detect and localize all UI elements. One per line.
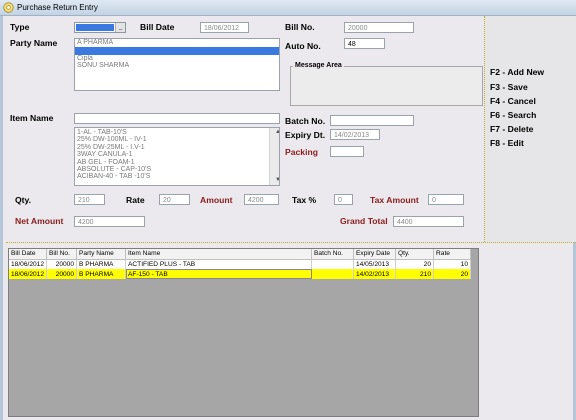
item-name-list-item[interactable]: ACIBAN-40 - TAB -10'S — [75, 173, 279, 180]
col-qty[interactable]: Qty. — [395, 249, 435, 260]
party-name-item[interactable]: SONU SHARMA — [75, 62, 279, 69]
chevron-down-icon: _ — [118, 24, 123, 30]
cell-qty: 210 — [395, 269, 435, 279]
cell-bill-no: 20000 — [46, 269, 78, 279]
item-name-list-item[interactable]: ABSOLUTE - CAP-10'S — [75, 166, 279, 173]
col-party-name[interactable]: Party Name — [76, 249, 127, 260]
shortcut-panel-divider — [6, 242, 576, 243]
cell-party-name: B PHARMA — [76, 259, 127, 269]
cell-rate: 10 — [433, 259, 472, 269]
auto-no-label: Auto No. — [285, 41, 321, 51]
party-name-input[interactable]: A PHARMA — [75, 39, 279, 47]
item-name-list[interactable]: 1-AL - TAB-10'S 25% DW-100ML - IV-1 25% … — [74, 127, 280, 186]
entries-table: Bill Date Bill No. Party Name Item Name … — [9, 249, 472, 279]
rate-field[interactable]: 20 — [159, 194, 190, 205]
batch-no-field[interactable] — [330, 115, 414, 126]
rate-label: Rate — [126, 195, 145, 205]
message-area-label: Message Area — [293, 62, 344, 69]
app-icon — [3, 2, 14, 13]
type-combo-selection — [76, 24, 114, 31]
entries-grid[interactable]: Bill Date Bill No. Party Name Item Name … — [8, 248, 479, 417]
tax-amount-label: Tax Amount — [370, 195, 419, 205]
cell-bill-no: 20000 — [46, 259, 78, 269]
type-label: Type — [10, 22, 30, 32]
item-list-scrollbar[interactable]: ▲ ▼ — [269, 128, 279, 185]
cell-item-name: AF-150 - TAB — [125, 269, 313, 279]
window-title: Purchase Return Entry — [17, 3, 98, 12]
cell-expiry-date: 14/05/2013 — [353, 259, 397, 269]
cell-batch-no — [311, 259, 355, 269]
item-name-list-item[interactable]: 25% DW-100ML - IV-1 — [75, 136, 279, 143]
item-name-list-item[interactable]: 3WAY CANULA-1 — [75, 151, 279, 158]
cell-expiry-date: 14/02/2013 — [353, 269, 397, 279]
bill-no-field[interactable]: 20000 — [344, 22, 414, 33]
item-name-list-item[interactable]: AB GEL - FOAM-1 — [75, 159, 279, 166]
shortcut-save[interactable]: F3 - Save — [490, 82, 528, 92]
shortcut-cancel[interactable]: F4 - Cancel — [490, 96, 536, 106]
table-row-selected[interactable]: 18/06/2012 20000 B PHARMA AF-150 - TAB 1… — [9, 269, 472, 279]
item-name-label: Item Name — [10, 113, 54, 123]
col-rate[interactable]: Rate — [433, 249, 472, 260]
tax-amount-field[interactable]: 0 — [428, 194, 464, 205]
title-bar: Purchase Return Entry — [0, 0, 576, 16]
item-name-list-item[interactable]: 25% DW-25ML - I.V-1 — [75, 144, 279, 151]
col-batch-no[interactable]: Batch No. — [311, 249, 355, 260]
shortcut-add-new[interactable]: F2 - Add New — [490, 67, 544, 77]
net-amount-label: Net Amount — [15, 216, 64, 226]
tax-pct-label: Tax % — [292, 195, 317, 205]
message-area — [290, 66, 483, 106]
amount-label: Amount — [200, 195, 233, 205]
col-bill-no[interactable]: Bill No. — [46, 249, 78, 260]
shortcut-search[interactable]: F6 - Search — [490, 110, 536, 120]
grand-total-label: Grand Total — [340, 216, 388, 226]
col-bill-date[interactable]: Bill Date — [9, 249, 48, 260]
cell-item-name: ACTIFIED PLUS - TAB — [125, 259, 313, 269]
bill-date-label: Bill Date — [140, 22, 175, 32]
bill-date-field[interactable]: 18/06/2012 — [200, 22, 249, 33]
item-name-input[interactable] — [74, 113, 280, 124]
party-name-item[interactable]: Cipla — [75, 55, 279, 62]
cell-rate: 20 — [433, 269, 472, 279]
expiry-dt-label: Expiry Dt. — [285, 130, 326, 140]
bill-no-label: Bill No. — [285, 22, 315, 32]
qty-field[interactable]: 210 — [74, 194, 105, 205]
expiry-dt-field[interactable]: 14/02/2013 — [330, 129, 380, 140]
col-expiry-date[interactable]: Expiry Date — [353, 249, 397, 260]
table-row[interactable]: 18/06/2012 20000 B PHARMA ACTIFIED PLUS … — [9, 259, 472, 269]
type-combo[interactable]: _ — [74, 22, 126, 33]
net-amount-field[interactable]: 4200 — [74, 216, 145, 227]
shortcut-edit[interactable]: F8 - Edit — [490, 138, 524, 148]
packing-field[interactable] — [330, 146, 364, 157]
scroll-up-icon[interactable]: ▲ — [272, 128, 279, 137]
party-name-item-selected[interactable] — [75, 47, 279, 55]
grand-total-field[interactable]: 4400 — [393, 216, 464, 227]
cell-bill-date: 18/06/2012 — [9, 269, 48, 279]
scroll-down-icon[interactable]: ▼ — [272, 176, 279, 185]
packing-label: Packing — [285, 147, 318, 157]
party-name-label: Party Name — [10, 38, 58, 48]
batch-no-label: Batch No. — [285, 116, 326, 126]
qty-label: Qty. — [15, 195, 32, 205]
cell-batch-no — [311, 269, 355, 279]
type-combo-dropdown-button[interactable]: _ — [115, 23, 125, 32]
party-name-list[interactable]: A PHARMA Cipla SONU SHARMA — [74, 38, 280, 91]
item-name-list-item[interactable]: 1-AL - TAB-10'S — [75, 129, 279, 136]
cell-bill-date: 18/06/2012 — [9, 259, 48, 269]
cell-qty: 20 — [395, 259, 435, 269]
shortcut-delete[interactable]: F7 - Delete — [490, 124, 533, 134]
auto-no-field[interactable]: 48 — [344, 38, 385, 49]
col-item-name[interactable]: Item Name — [125, 249, 313, 260]
amount-field[interactable]: 4200 — [244, 194, 279, 205]
tax-pct-field[interactable]: 0 — [334, 194, 353, 205]
grid-header-row: Bill Date Bill No. Party Name Item Name … — [9, 249, 472, 260]
cell-party-name: B PHARMA — [76, 269, 127, 279]
